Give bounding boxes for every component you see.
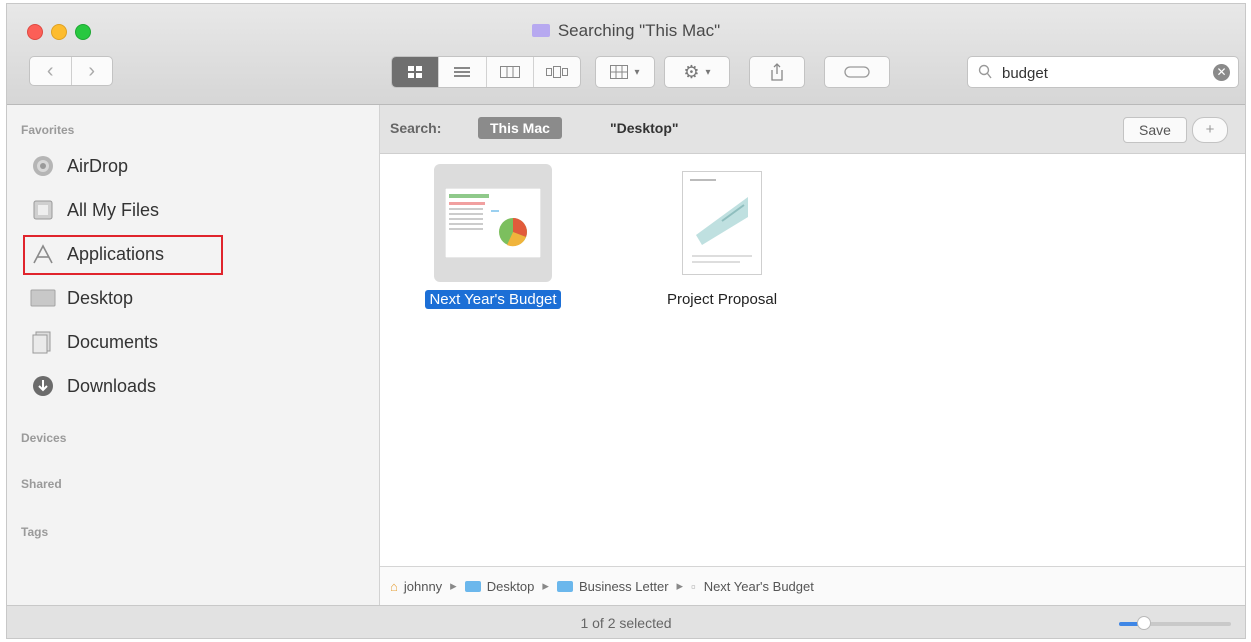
path-separator-icon: ▸ xyxy=(542,578,549,593)
sidebar-item-label: AirDrop xyxy=(67,155,129,176)
airdrop-icon xyxy=(29,154,57,178)
scope-this-mac-button[interactable]: This Mac xyxy=(478,117,562,139)
file-project-proposal[interactable]: Project Proposal xyxy=(632,164,812,309)
sidebar: Favorites AirDrop All My Files Applicati… xyxy=(7,105,380,605)
path-item-desktop[interactable]: Desktop xyxy=(464,578,535,594)
file-icon: ▫ xyxy=(691,578,696,594)
sidebar-section-shared[interactable]: Shared xyxy=(21,477,62,491)
clear-search-icon[interactable]: ✕ xyxy=(1213,64,1230,81)
path-item-home[interactable]: ⌂ johnny xyxy=(390,579,442,594)
view-mode-selector xyxy=(391,56,581,88)
folder-icon xyxy=(464,580,481,592)
path-item-business-letter[interactable]: Business Letter xyxy=(556,578,669,594)
list-view-button[interactable] xyxy=(438,57,485,87)
chevron-down-icon: ▾ xyxy=(634,66,640,78)
arrange-grid-icon xyxy=(610,65,629,79)
smart-folder-icon xyxy=(531,24,550,37)
applications-highlight-box xyxy=(23,235,223,275)
back-button[interactable]: ‹ xyxy=(30,57,71,85)
chevron-left-icon: ‹ xyxy=(46,59,54,82)
spreadsheet-thumbnail-icon xyxy=(445,188,541,258)
icon-size-slider[interactable] xyxy=(1119,616,1231,630)
back-forward-buttons: ‹ › xyxy=(29,56,113,86)
slider-knob[interactable] xyxy=(1136,616,1151,630)
thumbnail xyxy=(434,164,552,282)
save-search-button[interactable]: Save xyxy=(1123,117,1187,143)
search-field[interactable]: ✕ xyxy=(967,56,1239,88)
icon-view-button[interactable] xyxy=(392,57,439,87)
action-menu-button[interactable]: ⚙ ▾ xyxy=(664,56,730,88)
file-next-years-budget[interactable]: Next Year's Budget xyxy=(388,164,598,309)
path-bar: ⌂ johnny ▸ Desktop ▸ Business Letter ▸ ▫… xyxy=(380,566,1245,605)
path-item-label: johnny xyxy=(403,578,443,594)
icon-view-icon xyxy=(408,66,423,78)
finder-window: Searching "This Mac" ‹ › ▾ ⚙ ▾ budget ✕ … xyxy=(6,3,1246,639)
scope-desktop-button[interactable]: "Desktop" xyxy=(610,120,679,136)
document-thumbnail-icon xyxy=(682,171,762,275)
scope-label: Search: xyxy=(390,120,442,136)
add-criteria-button[interactable]: + xyxy=(1192,117,1228,143)
path-item-file[interactable]: ▫ Next Year's Budget xyxy=(691,579,814,594)
sidebar-section-tags[interactable]: Tags xyxy=(21,525,48,539)
status-bar: 1 of 2 selected xyxy=(7,605,1245,638)
documents-icon xyxy=(29,330,57,354)
sidebar-item-label: Downloads xyxy=(67,375,157,396)
file-name: Project Proposal xyxy=(666,291,778,308)
search-icon xyxy=(978,64,992,79)
home-icon: ⌂ xyxy=(390,578,398,594)
forward-button[interactable]: › xyxy=(70,57,113,85)
gear-icon: ⚙ xyxy=(683,61,700,82)
sidebar-item-airdrop[interactable]: AirDrop xyxy=(29,149,128,183)
search-input[interactable] xyxy=(1000,62,1194,84)
path-separator-icon: ▸ xyxy=(676,578,684,593)
path-separator-icon: ▸ xyxy=(450,578,457,593)
list-view-icon xyxy=(454,67,471,77)
all-my-files-icon xyxy=(29,198,57,222)
tag-icon xyxy=(844,66,870,78)
toolbar: Searching "This Mac" ‹ › ▾ ⚙ ▾ budget ✕ xyxy=(7,4,1245,105)
edit-tags-button[interactable] xyxy=(824,56,890,88)
sidebar-item-documents[interactable]: Documents xyxy=(29,325,158,359)
column-view-icon xyxy=(499,66,520,78)
thumbnail xyxy=(663,164,781,282)
cover-flow-button[interactable] xyxy=(532,57,580,87)
chevron-right-icon: › xyxy=(88,59,96,82)
sidebar-item-downloads[interactable]: Downloads xyxy=(29,369,156,403)
window-title-text: Searching "This Mac" xyxy=(557,21,721,40)
file-name: Next Year's Budget xyxy=(425,290,561,309)
path-item-label: Business Letter xyxy=(578,578,669,594)
column-view-button[interactable] xyxy=(485,57,533,87)
desktop-icon xyxy=(29,286,57,310)
downloads-icon xyxy=(29,374,57,398)
sidebar-item-desktop[interactable]: Desktop xyxy=(29,281,133,315)
chevron-down-icon: ▾ xyxy=(705,66,711,78)
sidebar-item-all-my-files[interactable]: All My Files xyxy=(29,193,159,227)
arrange-button[interactable]: ▾ xyxy=(595,56,655,88)
path-item-label: Desktop xyxy=(486,578,535,594)
sidebar-section-favorites: Favorites xyxy=(21,123,75,137)
sidebar-item-label: All My Files xyxy=(67,199,160,220)
search-scope-bar: Search: This Mac "Desktop" Save + xyxy=(380,105,1245,154)
sidebar-section-devices[interactable]: Devices xyxy=(21,431,66,445)
sidebar-item-label: Documents xyxy=(67,331,159,352)
sidebar-item-label: Desktop xyxy=(67,287,134,308)
cover-flow-icon xyxy=(545,66,568,78)
path-item-label: Next Year's Budget xyxy=(703,578,814,594)
search-results: Next Year's Budget Project Proposal xyxy=(380,154,1245,566)
folder-icon xyxy=(556,580,573,592)
share-button[interactable] xyxy=(749,56,805,88)
window-title: Searching "This Mac" xyxy=(7,21,1245,41)
share-icon xyxy=(771,63,783,81)
selection-status: 1 of 2 selected xyxy=(580,615,672,631)
